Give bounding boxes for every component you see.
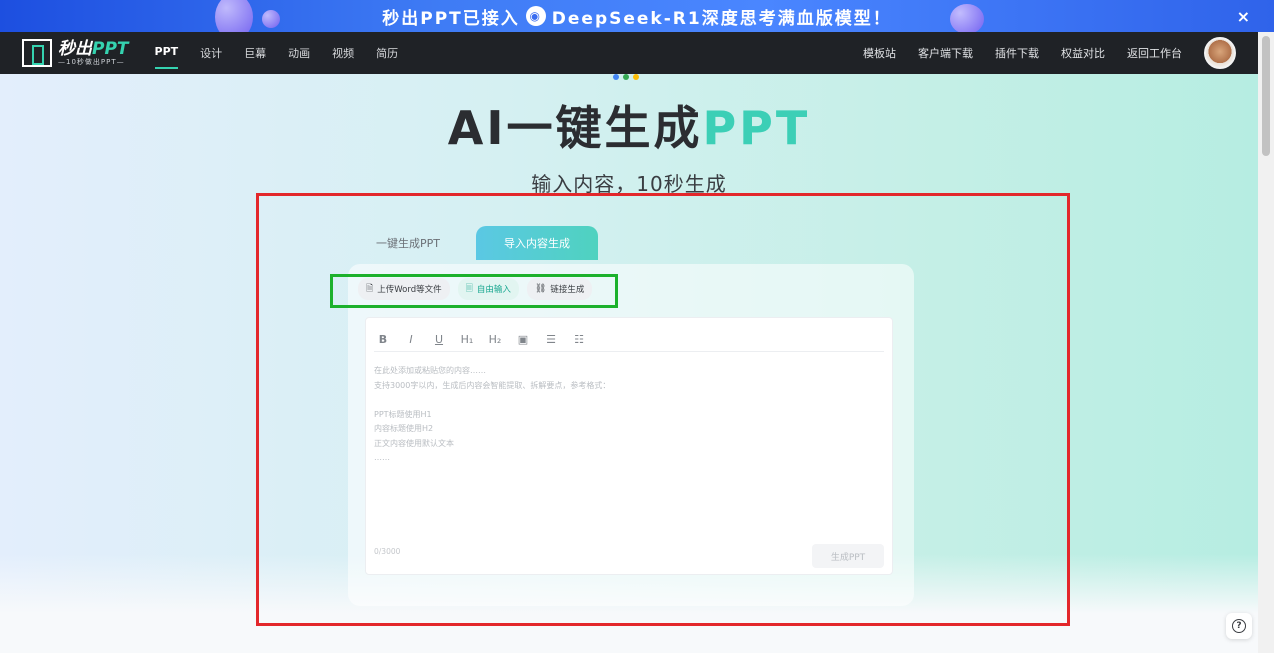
logo-mark-icon [22,39,52,67]
banner-close-icon[interactable]: × [1237,7,1252,26]
nav-item-design[interactable]: 设计 [200,39,222,67]
logo-ppt: PPT [92,38,129,59]
nav-link-plugin-download[interactable]: 插件下载 [995,45,1039,61]
hero-title-text: AI一键生成 [447,101,703,155]
banner-text-post: DeepSeek-R1深度思考满血版模型！ [551,8,892,29]
help-icon: ? [1232,619,1246,633]
user-avatar[interactable] [1204,37,1236,69]
site-logo[interactable]: 秒出PPT —10秒做出PPT— [22,39,129,67]
logo-name: 秒出 [58,38,92,59]
loading-dots-icon [613,74,639,80]
banner-decoration [215,0,253,32]
nav-item-animation[interactable]: 动画 [288,39,310,67]
nav-link-client-download[interactable]: 客户端下载 [918,45,973,61]
banner-decoration [950,4,984,32]
nav-item-resume[interactable]: 简历 [376,39,398,67]
top-navbar: 秒出PPT —10秒做出PPT— PPT 设计 巨幕 动画 视频 简历 模板站 … [0,32,1258,74]
highlight-box-red [256,193,1070,626]
banner-decoration [262,10,280,28]
logo-subtitle: —10秒做出PPT— [58,57,125,66]
banner-text-pre: 秒出PPT已接入 [382,8,520,29]
nav-link-templates[interactable]: 模板站 [863,45,896,61]
nav-item-screen[interactable]: 巨幕 [244,39,266,67]
hero-title: AI一键生成PPT [0,92,1258,158]
nav-item-video[interactable]: 视频 [332,39,354,67]
nav-item-ppt[interactable]: PPT [154,39,178,69]
nav-link-workspace[interactable]: 返回工作台 [1127,45,1182,61]
help-button[interactable]: ? [1226,613,1252,639]
page-scrollbar[interactable] [1258,32,1274,653]
scrollbar-thumb[interactable] [1262,36,1270,156]
deepseek-logo-icon: ◉ [525,6,546,26]
nav-link-compare[interactable]: 权益对比 [1061,45,1105,61]
hero-title-accent: PPT [702,101,811,155]
promo-banner[interactable]: 秒出PPT已接入 ◉ DeepSeek-R1深度思考满血版模型！ × [0,0,1274,32]
highlight-box-green [330,274,618,308]
